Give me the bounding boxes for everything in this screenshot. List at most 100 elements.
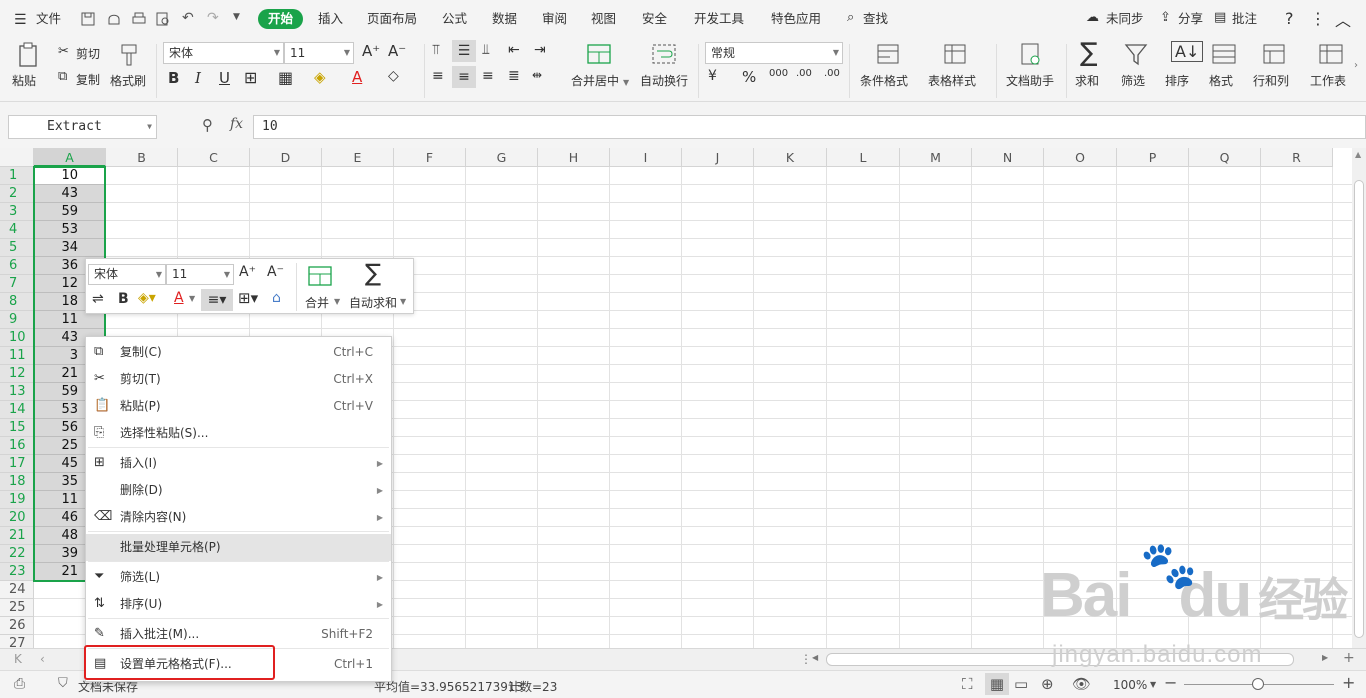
increase-font-icon[interactable]: A⁺	[239, 264, 256, 280]
menu-item[interactable]: ⎘ 选择性粘贴(S)...	[86, 420, 391, 447]
autosum-button[interactable]: 自动求和	[349, 294, 397, 311]
tab-page-layout[interactable]: 页面布局	[367, 9, 417, 29]
ribbon-scroll-right-icon[interactable]: ›	[1354, 60, 1358, 71]
sort-button[interactable]: 排序	[1165, 72, 1189, 89]
export-icon[interactable]	[106, 11, 122, 27]
format-painter-button[interactable]: 格式刷	[110, 72, 146, 89]
row-header[interactable]: 9	[0, 311, 34, 329]
border-icon[interactable]: ⊞▾	[238, 289, 258, 307]
average-readout[interactable]: 平均值=33.95652173913	[374, 678, 523, 695]
column-header-Q[interactable]: Q	[1189, 148, 1261, 167]
menu-item[interactable]: ✂ 剪切(T) Ctrl+X	[86, 366, 391, 393]
conditional-format-button[interactable]: 条件格式	[860, 72, 908, 89]
tab-home[interactable]: 开始	[258, 9, 304, 29]
row-header[interactable]: 10	[0, 329, 34, 347]
font-color-icon[interactable]: A	[174, 290, 184, 306]
add-icon[interactable]: +	[1343, 650, 1355, 666]
search-label[interactable]: 查找	[863, 9, 888, 29]
column-header-I[interactable]: I	[610, 148, 682, 167]
row-header[interactable]: 18	[0, 473, 34, 491]
macro-icon[interactable]: ⎙	[14, 676, 25, 692]
tab-security[interactable]: 安全	[642, 9, 667, 29]
menu-item[interactable]: ⇅ 排序(U) ▶	[86, 591, 391, 618]
border-icon[interactable]: ⊞	[244, 68, 257, 87]
merge-center-button[interactable]: 合并居中	[571, 72, 619, 89]
cut-button[interactable]: 剪切	[76, 45, 100, 62]
zoom-level[interactable]: 100%	[1113, 678, 1147, 692]
clear-format-icon[interactable]: ◇	[388, 68, 399, 84]
bold-icon[interactable]: B	[168, 69, 179, 87]
more-icon[interactable]: ⋮	[1310, 9, 1326, 28]
fill-pattern-icon[interactable]: ▦	[278, 68, 293, 87]
distributed-icon[interactable]: ⇹	[532, 68, 542, 82]
increase-font-icon[interactable]: A⁺	[362, 42, 380, 60]
menu-item[interactable]: 📋 粘贴(P) Ctrl+V	[86, 393, 391, 420]
indent-increase-icon[interactable]: ⇥	[534, 42, 546, 58]
tab-developer[interactable]: 开发工具	[694, 9, 744, 29]
menu-item[interactable]: 批量处理单元格(P)	[86, 534, 391, 561]
font-size-select[interactable]: 11 ▼	[284, 42, 354, 64]
number-format-select[interactable]: 常规 ▼	[705, 42, 843, 64]
align-right-icon[interactable]: ≡	[482, 68, 494, 84]
wrap-text-button[interactable]: 自动换行	[640, 72, 688, 89]
help-icon[interactable]: ?	[1285, 9, 1294, 28]
column-header-N[interactable]: N	[972, 148, 1044, 167]
fullscreen-icon[interactable]: ⛶	[962, 675, 973, 693]
row-header[interactable]: 14	[0, 401, 34, 419]
worksheet-button[interactable]: 工作表	[1310, 72, 1346, 89]
tab-data[interactable]: 数据	[492, 9, 517, 29]
percent-icon[interactable]: %	[742, 68, 756, 86]
row-header[interactable]: 22	[0, 545, 34, 563]
row-header[interactable]: 20	[0, 509, 34, 527]
row-header[interactable]: 21	[0, 527, 34, 545]
row-header[interactable]: 15	[0, 419, 34, 437]
indent-decrease-icon[interactable]: ⇤	[508, 42, 520, 58]
menu-item[interactable]: ✎ 插入批注(M)... Shift+F2	[86, 621, 391, 648]
row-header[interactable]: 23	[0, 563, 34, 581]
merge-button[interactable]: 合并	[305, 294, 329, 311]
fill-color-icon[interactable]: ◈▾	[138, 290, 156, 306]
collapse-ribbon-icon[interactable]: ︿	[1335, 7, 1351, 31]
row-header[interactable]: 6	[0, 257, 34, 275]
column-header-R[interactable]: R	[1261, 148, 1333, 167]
row-header[interactable]: 11	[0, 347, 34, 365]
zoom-slider-thumb[interactable]	[1252, 678, 1264, 690]
sync-status[interactable]: 未同步	[1106, 9, 1144, 29]
column-header-O[interactable]: O	[1044, 148, 1117, 167]
zoom-icon[interactable]: ⚲	[202, 116, 213, 134]
redo-icon[interactable]: ↷	[207, 10, 219, 26]
formula-input[interactable]: 10	[253, 115, 1366, 139]
decrease-font-icon[interactable]: A⁻	[388, 42, 406, 60]
currency-icon[interactable]: ¥	[708, 68, 717, 84]
row-header[interactable]: 1	[0, 167, 34, 185]
align-left-icon[interactable]: ≡	[432, 68, 444, 84]
print-icon[interactable]	[131, 11, 147, 27]
row-header[interactable]: 5	[0, 239, 34, 257]
doc-helper-button[interactable]: 文档助手	[1006, 72, 1054, 89]
count-readout[interactable]: 计数=23	[508, 678, 557, 695]
sum-button[interactable]: 求和	[1075, 72, 1099, 89]
file-menu[interactable]: 文件	[36, 9, 61, 29]
chevron-down-icon[interactable]: ▼	[233, 12, 240, 22]
column-header-M[interactable]: M	[900, 148, 972, 167]
comment-button[interactable]: 批注	[1232, 9, 1257, 29]
decrease-font-icon[interactable]: A⁻	[267, 264, 284, 280]
select-all-corner[interactable]	[0, 148, 34, 167]
justify-icon[interactable]: ≣	[508, 68, 520, 84]
increase-decimal-icon[interactable]: .00	[796, 68, 812, 79]
row-header[interactable]: 7	[0, 275, 34, 293]
row-header[interactable]: 26	[0, 617, 34, 635]
bold-icon[interactable]: B	[118, 291, 129, 307]
column-header-J[interactable]: J	[682, 148, 754, 167]
fill-color-icon[interactable]: ◈	[314, 68, 326, 86]
column-header-P[interactable]: P	[1117, 148, 1189, 167]
row-col-button[interactable]: 行和列	[1253, 72, 1289, 89]
underline-icon[interactable]: U	[219, 69, 230, 87]
prev-sheet-icon[interactable]: ‹	[40, 652, 45, 666]
row-header[interactable]: 12	[0, 365, 34, 383]
hamburger-icon[interactable]: ☰	[14, 12, 27, 28]
row-header[interactable]: 2	[0, 185, 34, 203]
filter-button[interactable]: 筛选	[1121, 72, 1145, 89]
zoom-in-icon[interactable]: +	[1342, 673, 1355, 692]
first-sheet-icon[interactable]: K	[14, 652, 22, 666]
